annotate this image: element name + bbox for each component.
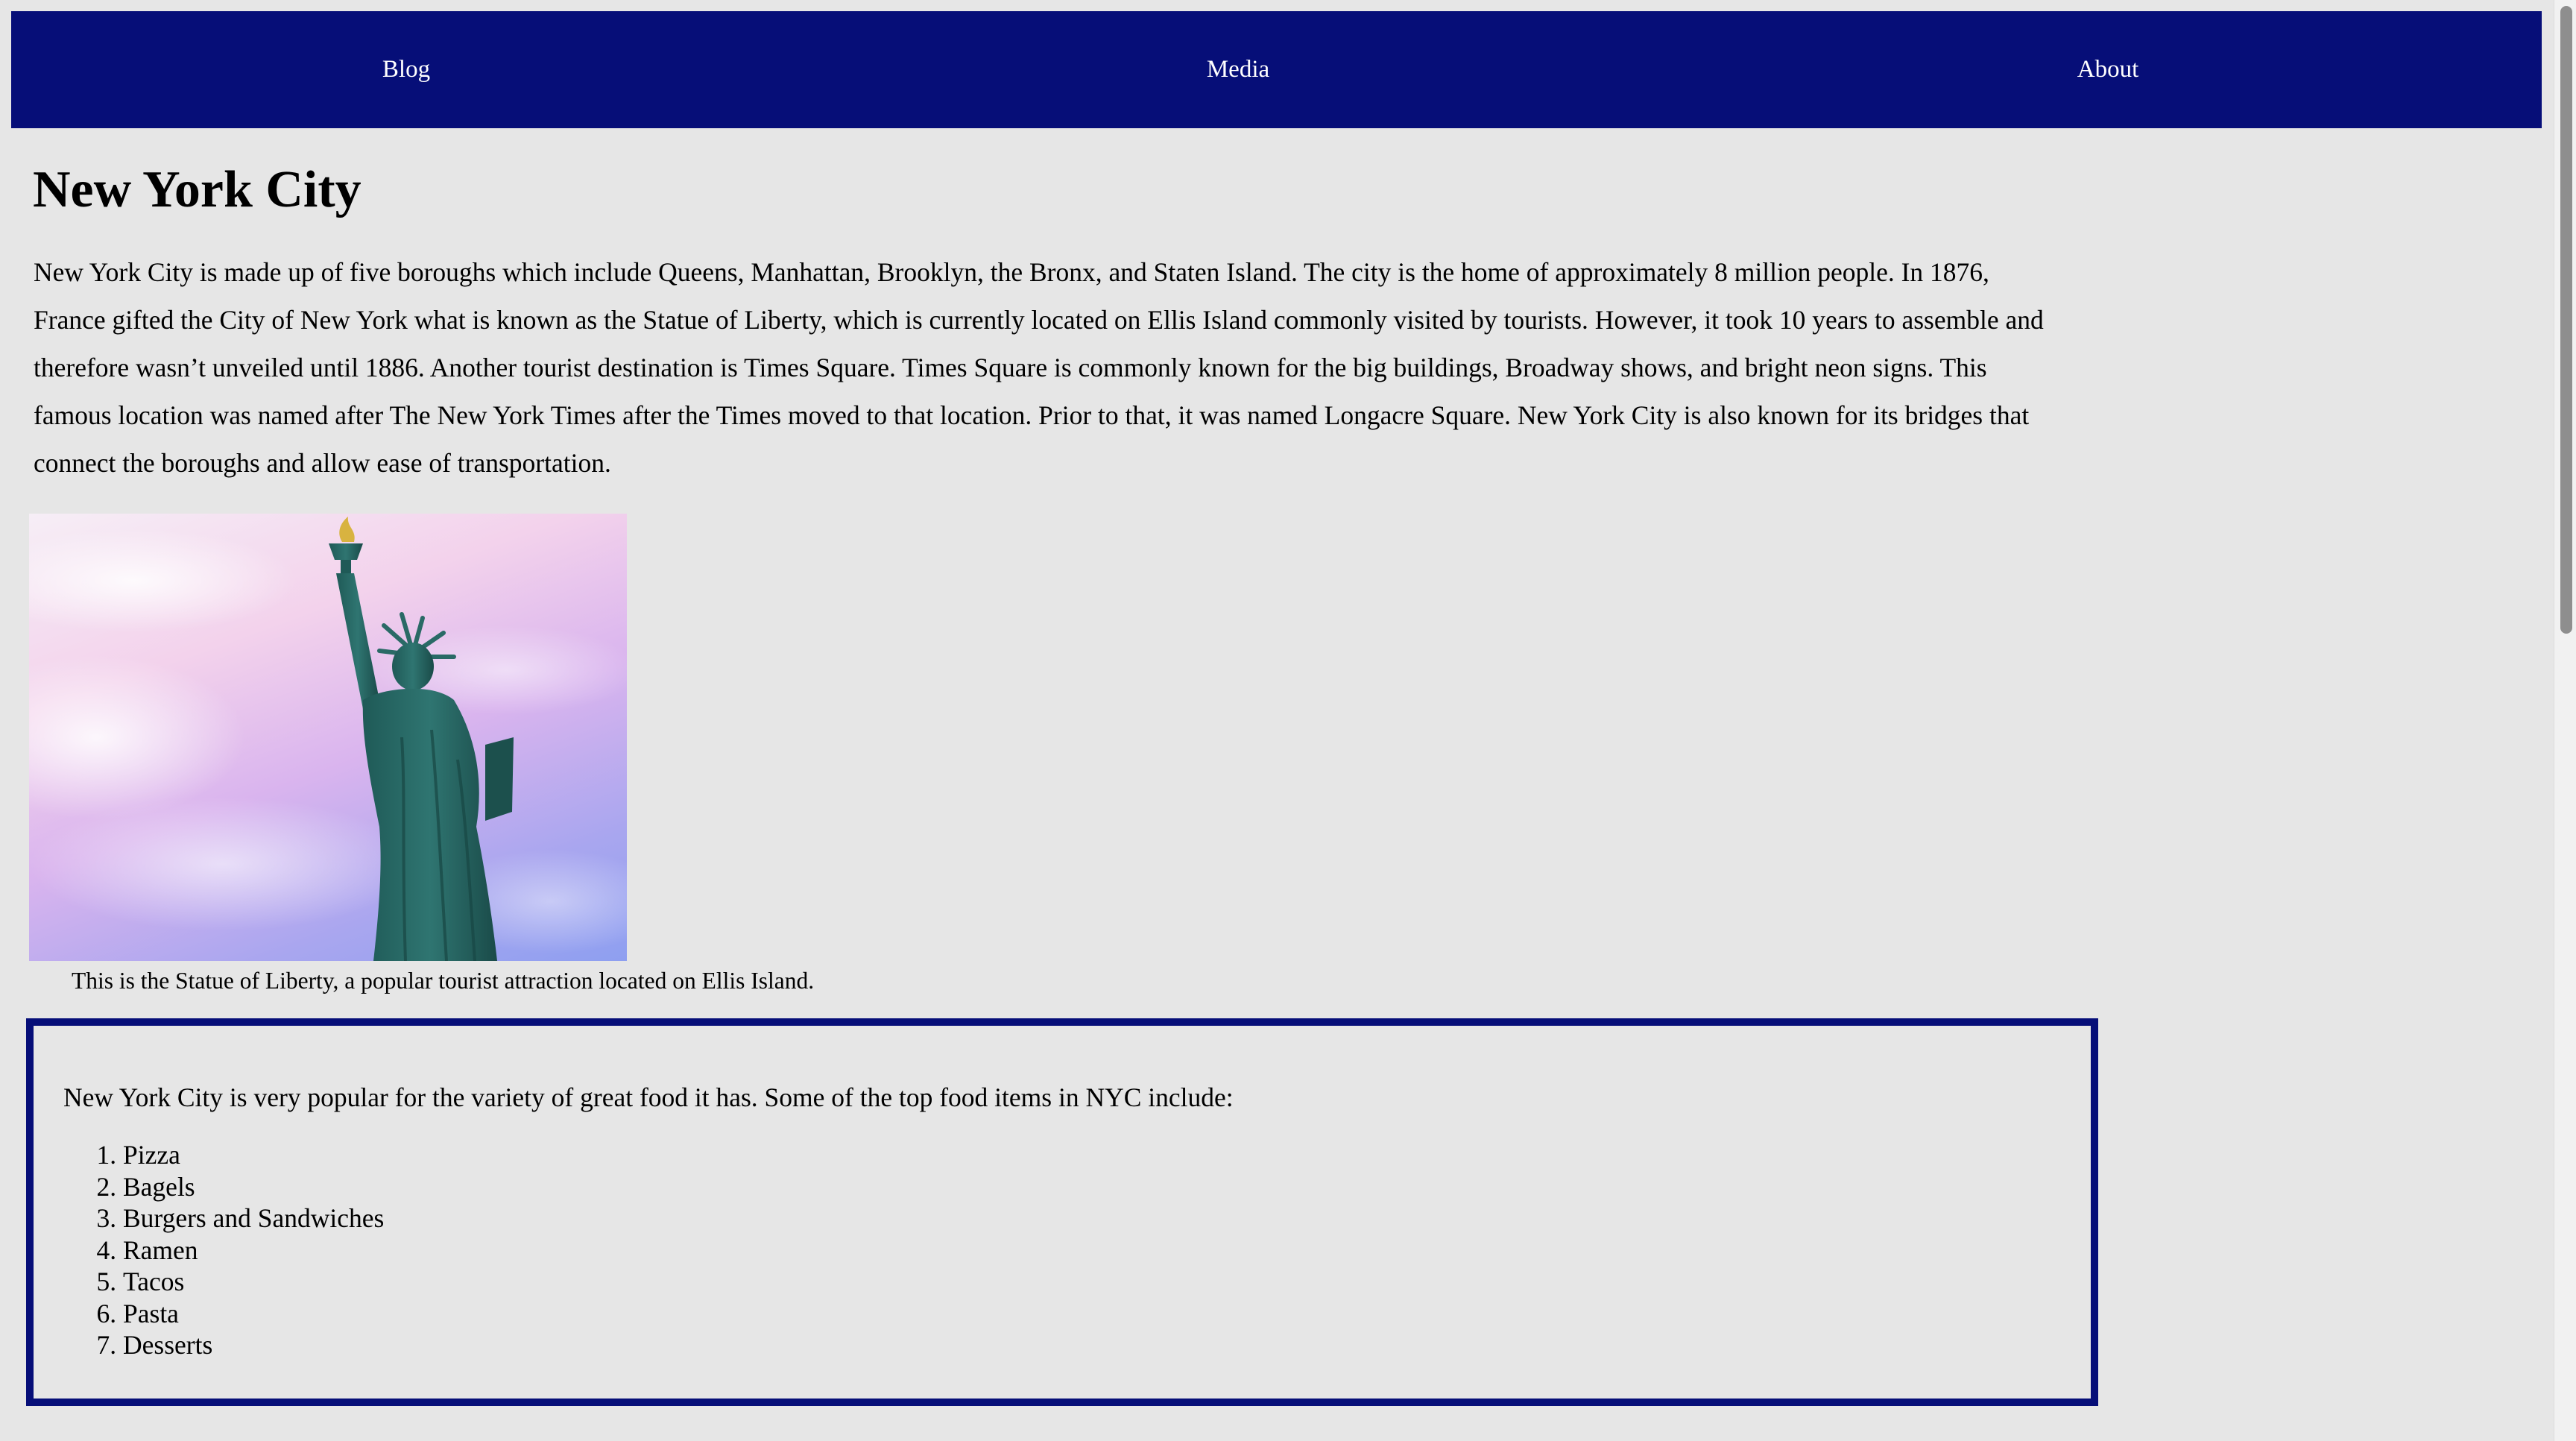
food-list: Pizza Bagels Burgers and Sandwiches Rame… [63, 1139, 384, 1361]
intro-paragraph: New York City is made up of five borough… [34, 257, 2044, 478]
page: Blog Media About New York City New York … [0, 0, 2576, 1441]
page-title: New York City [33, 161, 362, 218]
food-list-item: Desserts [123, 1329, 384, 1361]
nav-link-blog[interactable]: Blog [382, 11, 430, 128]
scrollbar-thumb[interactable] [2560, 6, 2572, 634]
top-navbar: Blog Media About [11, 11, 2542, 128]
food-intro-text: New York City is very popular for the va… [63, 1082, 1234, 1112]
nav-link-about[interactable]: About [2077, 11, 2139, 128]
food-list-item: Ramen [123, 1235, 384, 1267]
statue-of-liberty-image [29, 514, 627, 961]
food-list-item: Pizza [123, 1139, 384, 1171]
food-list-item: Pasta [123, 1298, 384, 1330]
food-list-item: Bagels [123, 1171, 384, 1203]
food-list-item: Tacos [123, 1266, 384, 1298]
vertical-scrollbar[interactable] [2554, 0, 2576, 1441]
food-section: New York City is very popular for the va… [26, 1018, 2098, 1406]
food-list-item: Burgers and Sandwiches [123, 1202, 384, 1235]
image-caption: This is the Statue of Liberty, a popular… [72, 968, 815, 994]
nav-link-media[interactable]: Media [1207, 11, 1269, 128]
